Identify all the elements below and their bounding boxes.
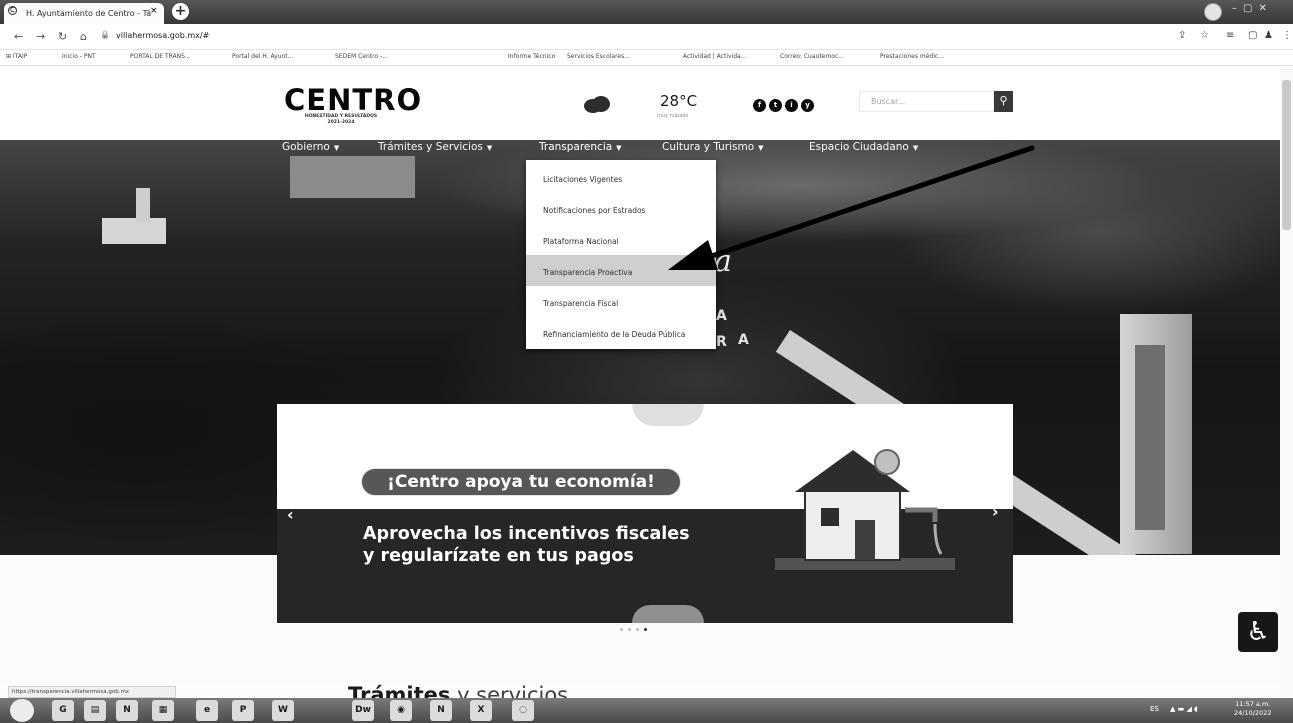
carousel-next-icon[interactable]: ›: [992, 502, 999, 521]
bookmark-item[interactable]: Actividad | Activida...: [683, 53, 746, 60]
accessibility-icon[interactable]: ♿: [1238, 612, 1278, 652]
tab-close-icon[interactable]: ×: [150, 6, 158, 16]
taskbar-app-icon[interactable]: e: [196, 700, 218, 721]
status-url: https://transparencia.villahermosa.gob.m…: [8, 686, 176, 698]
bookmarks-bar: [0, 50, 1293, 66]
carousel-prev-icon[interactable]: ‹: [287, 505, 294, 524]
slide-decoration: [632, 404, 704, 426]
hero-letter: A: [716, 308, 727, 324]
search-icon[interactable]: ⚲: [994, 91, 1013, 112]
cloud-icon: [584, 96, 610, 113]
slide-headline: Aprovecha los incentivos fiscales y regul…: [363, 524, 690, 566]
carousel-dot[interactable]: [628, 628, 631, 631]
carousel-indicators: [620, 628, 647, 631]
system-tray-lang[interactable]: ES: [1150, 705, 1159, 713]
site-header: [0, 66, 1293, 140]
nav-item-gobierno[interactable]: Gobierno ▼: [282, 141, 339, 153]
bookmark-item[interactable]: Prestaciones médic...: [880, 53, 944, 60]
hero-building: [136, 188, 150, 222]
taskbar-app-icon[interactable]: ▤: [84, 700, 106, 721]
scrollbar-thumb[interactable]: [1282, 80, 1291, 230]
window-controls[interactable]: –▢✕: [1232, 3, 1290, 19]
profile-avatar[interactable]: [1204, 3, 1222, 21]
tab-favicon-icon: C: [8, 6, 17, 15]
hero-letter: R: [716, 334, 727, 350]
tab-title: H. Ayuntamiento de Centro - Tá: [26, 9, 152, 18]
weather-description: muy nubado: [657, 113, 689, 119]
account-icon[interactable]: ♟: [1264, 30, 1273, 41]
hero-tower-window: [1135, 345, 1165, 530]
hero-building: [102, 218, 166, 244]
back-icon[interactable]: ←: [14, 30, 23, 43]
bookmark-item[interactable]: Informe Técnico: [508, 53, 555, 60]
dropdown-item[interactable]: Refinanciamiento de la Deuda Pública: [526, 317, 716, 348]
taskbar-app-icon[interactable]: X: [470, 700, 492, 721]
share-icon[interactable]: ⇪: [1178, 30, 1186, 41]
taskbar-app-icon[interactable]: ▦: [152, 700, 174, 721]
nav-item-tramites[interactable]: Trámites y Servicios ▼: [378, 141, 492, 153]
taskbar-app-icon[interactable]: ◉: [390, 700, 412, 721]
playlist-icon[interactable]: ≡: [1226, 30, 1234, 41]
bookmark-item[interactable]: Servicios Escolares...: [567, 53, 630, 60]
dropdown-item[interactable]: Transparencia Fiscal: [526, 286, 716, 317]
hero-building: [290, 156, 415, 198]
system-tray-icons[interactable]: ▲ ▬ ◢ ◖: [1170, 705, 1198, 713]
os-taskbar: [0, 698, 1293, 723]
reload-icon[interactable]: ↻: [58, 30, 67, 43]
taskbar-clock[interactable]: 11:57 a.m. 24/10/2022: [1234, 700, 1271, 718]
taskbar-app-icon[interactable]: Dw: [352, 700, 374, 721]
search-input[interactable]: Buscar...: [859, 91, 994, 112]
nav-item-transparencia[interactable]: Transparencia ▼: [539, 141, 622, 153]
twitter-icon[interactable]: t: [769, 99, 782, 112]
social-links: f t i y: [753, 99, 814, 112]
carousel-dot-active[interactable]: [644, 628, 647, 631]
house-illustration-icon: [775, 449, 955, 570]
youtube-icon[interactable]: y: [801, 99, 814, 112]
taskbar-app-icon[interactable]: ◌: [512, 700, 534, 721]
apps-icon[interactable]: ⊞ ITAIP: [6, 53, 27, 60]
bookmark-item[interactable]: SEDEM Centro -...: [335, 53, 388, 60]
taskbar-app-icon[interactable]: N: [116, 700, 138, 721]
home-icon[interactable]: ⌂: [80, 30, 87, 43]
taskbar-app-icon[interactable]: G: [52, 700, 74, 721]
lock-icon[interactable]: 🔒: [100, 30, 110, 39]
hero-letter: A: [738, 332, 749, 348]
forward-icon[interactable]: →: [36, 30, 45, 43]
bookmark-item[interactable]: Correo: Cuautemoc...: [780, 53, 844, 60]
temperature: 28°C: [660, 92, 698, 110]
taskbar-app-icon[interactable]: N: [430, 700, 452, 721]
star-icon[interactable]: ☆: [1200, 30, 1209, 41]
facebook-icon[interactable]: f: [753, 99, 766, 112]
logo-subtitle: HONESTIDAD Y RESULTADOS 2021-2024: [304, 114, 378, 125]
start-button[interactable]: [10, 699, 34, 722]
taskbar-app-icon[interactable]: P: [232, 700, 254, 721]
site-logo[interactable]: CENTRO: [284, 86, 422, 115]
bookmark-item[interactable]: Portal del H. Ayunt...: [232, 53, 293, 60]
annotation-arrow-icon: [668, 145, 1035, 270]
menu-icon[interactable]: ⋮: [1282, 30, 1292, 41]
bookmark-item[interactable]: PORTAL DE TRANS...: [130, 53, 191, 60]
new-tab-button[interactable]: +: [172, 3, 189, 20]
carousel-dot[interactable]: [620, 628, 623, 631]
slide-pill: ¡Centro apoya tu economía!: [361, 468, 681, 496]
slide-decoration: [632, 605, 704, 623]
carousel-dot[interactable]: [636, 628, 639, 631]
url-field[interactable]: villahermosa.gob.mx/#: [96, 27, 1136, 45]
bookmark-item[interactable]: Inicio - PNT: [62, 53, 96, 60]
browser-tab[interactable]: H. Ayuntamiento de Centro - Tá: [4, 3, 164, 24]
browser-tab-strip: [0, 0, 1293, 24]
taskbar-app-icon[interactable]: W: [272, 700, 294, 721]
instagram-icon[interactable]: i: [785, 99, 798, 112]
window-icon[interactable]: ▢: [1248, 30, 1257, 41]
